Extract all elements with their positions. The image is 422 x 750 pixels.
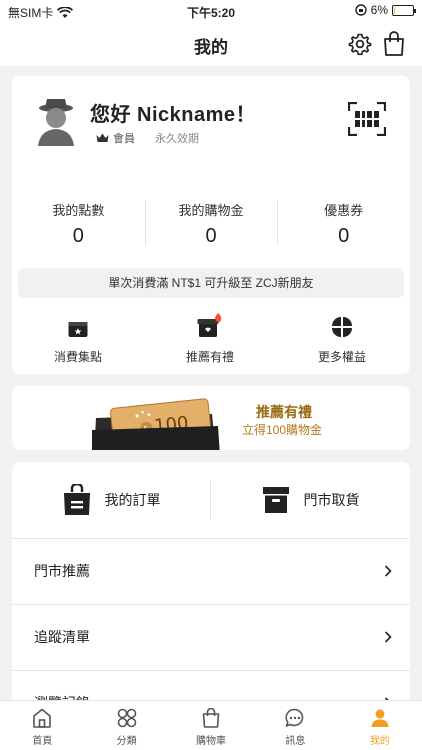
tab-label: 訊息: [285, 736, 306, 747]
tab-label: 首頁: [32, 736, 53, 747]
member-card: 您好 Nickname！ 會員 永久效期 我的點數 0 我的購物金 0 優惠券 …: [12, 76, 410, 374]
points-stat[interactable]: 我的點數 0: [12, 200, 145, 250]
voucher-illustration: $ 100: [92, 398, 220, 450]
stat-value: 0: [338, 225, 350, 247]
tab-cart[interactable]: 購物車: [169, 701, 253, 750]
point-card-icon: [68, 322, 88, 337]
tab-profile[interactable]: 我的: [338, 701, 422, 750]
gift-icon: [197, 313, 222, 337]
orders-row: 我的訂單 門市取貨: [12, 462, 410, 538]
menu-item-watch-list[interactable]: 追蹤清單: [12, 604, 410, 670]
quick-links: 消費集點 推薦有禮 更多權益: [12, 312, 410, 365]
tab-label: 分類: [116, 736, 137, 747]
member-validity: 永久效期: [155, 133, 199, 145]
more-benefits-icon: [332, 317, 352, 337]
stats-row: 我的點數 0 我的購物金 0 優惠券 0: [12, 200, 410, 250]
quick-link-points[interactable]: 消費集點: [12, 312, 144, 365]
battery-icon: [392, 4, 416, 16]
stat-label: 我的點數: [52, 203, 105, 218]
store-pickup-label: 門市取貨: [303, 492, 360, 508]
divider: [210, 480, 211, 520]
category-icon: [117, 708, 136, 728]
greeting-text: 您好 Nickname！: [90, 104, 257, 126]
tab-category[interactable]: 分類: [84, 701, 168, 750]
battery-percent: 6%: [370, 3, 388, 17]
app-header: 我的: [0, 22, 422, 66]
profile-icon: [371, 709, 389, 727]
crown-icon: [96, 133, 109, 142]
bottom-tab-bar: 首頁 分類 購物車 訊息 我的: [0, 700, 422, 750]
quick-link-label: 推薦有禮: [185, 350, 234, 364]
store-pickup-button[interactable]: 門市取貨: [211, 462, 410, 538]
order-bag-icon: [63, 484, 90, 515]
barcode-scan-icon[interactable]: [348, 102, 386, 136]
avatar[interactable]: [36, 96, 76, 146]
membership-info: 會員 永久效期: [96, 130, 199, 146]
quick-link-referral[interactable]: 推薦有禮: [144, 312, 276, 365]
menu-item-store-recommendation[interactable]: 門市推薦: [12, 538, 410, 604]
my-orders-label: 我的訂單: [104, 492, 161, 508]
coupons-stat[interactable]: 優惠券 0: [277, 200, 410, 250]
tab-label: 我的: [369, 736, 390, 747]
quick-link-label: 消費集點: [53, 350, 102, 364]
tab-home[interactable]: 首頁: [0, 701, 84, 750]
gear-icon[interactable]: [348, 32, 372, 56]
my-orders-button[interactable]: 我的訂單: [12, 462, 211, 538]
menu-item-label: 追蹤清單: [34, 629, 90, 645]
shopping-credit-stat[interactable]: 我的購物金 0: [144, 200, 278, 250]
quick-link-more-benefits[interactable]: 更多權益: [276, 312, 408, 365]
tab-label: 購物車: [196, 736, 227, 747]
status-bar: 無SIM卡 下午5:20 6%: [0, 0, 422, 22]
chevron-right-icon: [384, 631, 392, 643]
pickup-box-icon: [262, 487, 289, 513]
stat-label: 我的購物金: [178, 203, 244, 218]
member-level: 會員: [113, 133, 135, 145]
orders-menu-card: 我的訂單 門市取貨 門市推薦 追蹤清單 瀏覽記錄: [12, 462, 410, 712]
referral-banner[interactable]: $ 100 推薦有禮 立得100購物金: [12, 386, 410, 450]
banner-title: 推薦有禮: [256, 404, 312, 420]
tab-messages[interactable]: 訊息: [253, 701, 337, 750]
chevron-right-icon: [384, 565, 392, 577]
home-icon: [33, 708, 52, 728]
upgrade-notice: 單次消費滿 NT$1 可升級至 ZCJ新朋友: [18, 268, 404, 298]
cart-icon: [202, 708, 220, 728]
banner-subtitle: 立得100購物金: [242, 423, 323, 437]
quick-link-label: 更多權益: [317, 350, 366, 364]
menu-item-label: 門市推薦: [34, 563, 90, 579]
stat-value: 0: [205, 225, 217, 247]
message-icon: [285, 708, 304, 727]
orientation-lock-icon: [354, 4, 367, 16]
stat-value: 0: [72, 225, 84, 247]
shopping-bag-icon[interactable]: [382, 31, 406, 57]
stat-label: 優惠券: [324, 203, 364, 218]
